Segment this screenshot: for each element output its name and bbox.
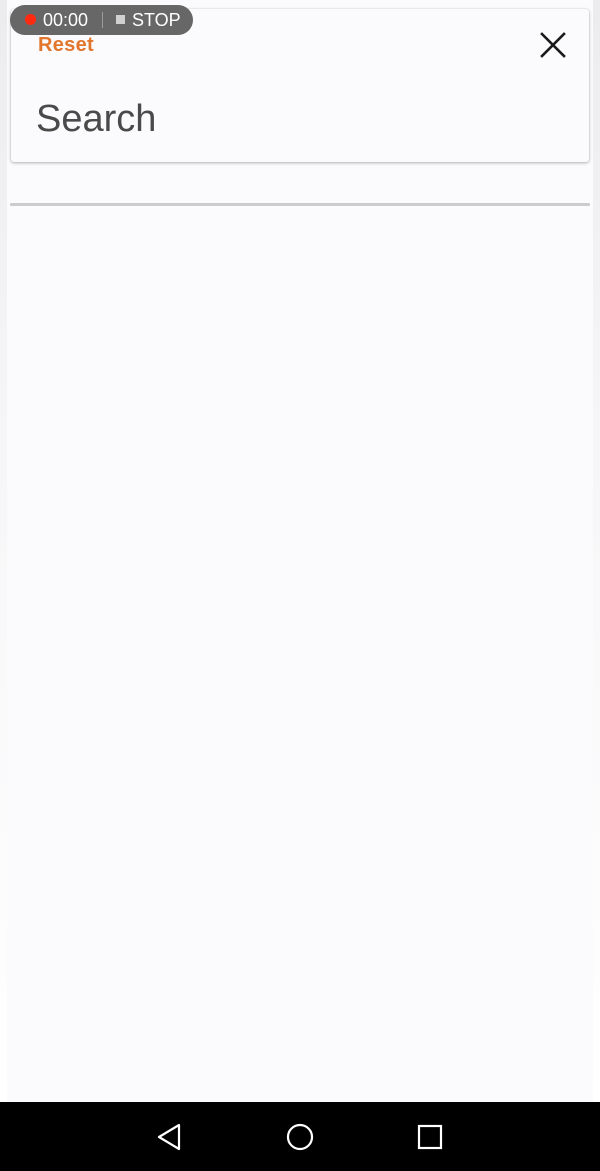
recording-time: 00:00 [43,10,89,30]
home-button[interactable] [282,1119,318,1155]
system-navigation-bar [0,1102,600,1171]
reset-link[interactable]: Reset [38,34,94,57]
screen-edge-right [593,0,600,1102]
home-circle-icon [286,1123,314,1151]
app-screen: Reset 00:00 STOP [0,0,600,1171]
back-button[interactable] [152,1119,188,1155]
screen-edge-left [0,0,7,1102]
recorder-separator [102,12,103,28]
recents-square-icon [417,1124,443,1150]
search-input[interactable] [36,93,556,145]
close-icon [540,32,566,58]
recording-dot-icon [25,14,36,25]
recents-button[interactable] [412,1119,448,1155]
screen-recorder-overlay: 00:00 STOP [10,5,193,35]
stop-recording-button[interactable]: STOP [114,5,190,35]
close-button[interactable] [537,29,569,61]
back-triangle-icon [157,1123,181,1151]
results-divider [10,203,590,206]
stop-label: STOP [132,10,181,30]
stop-square-icon [116,15,125,24]
